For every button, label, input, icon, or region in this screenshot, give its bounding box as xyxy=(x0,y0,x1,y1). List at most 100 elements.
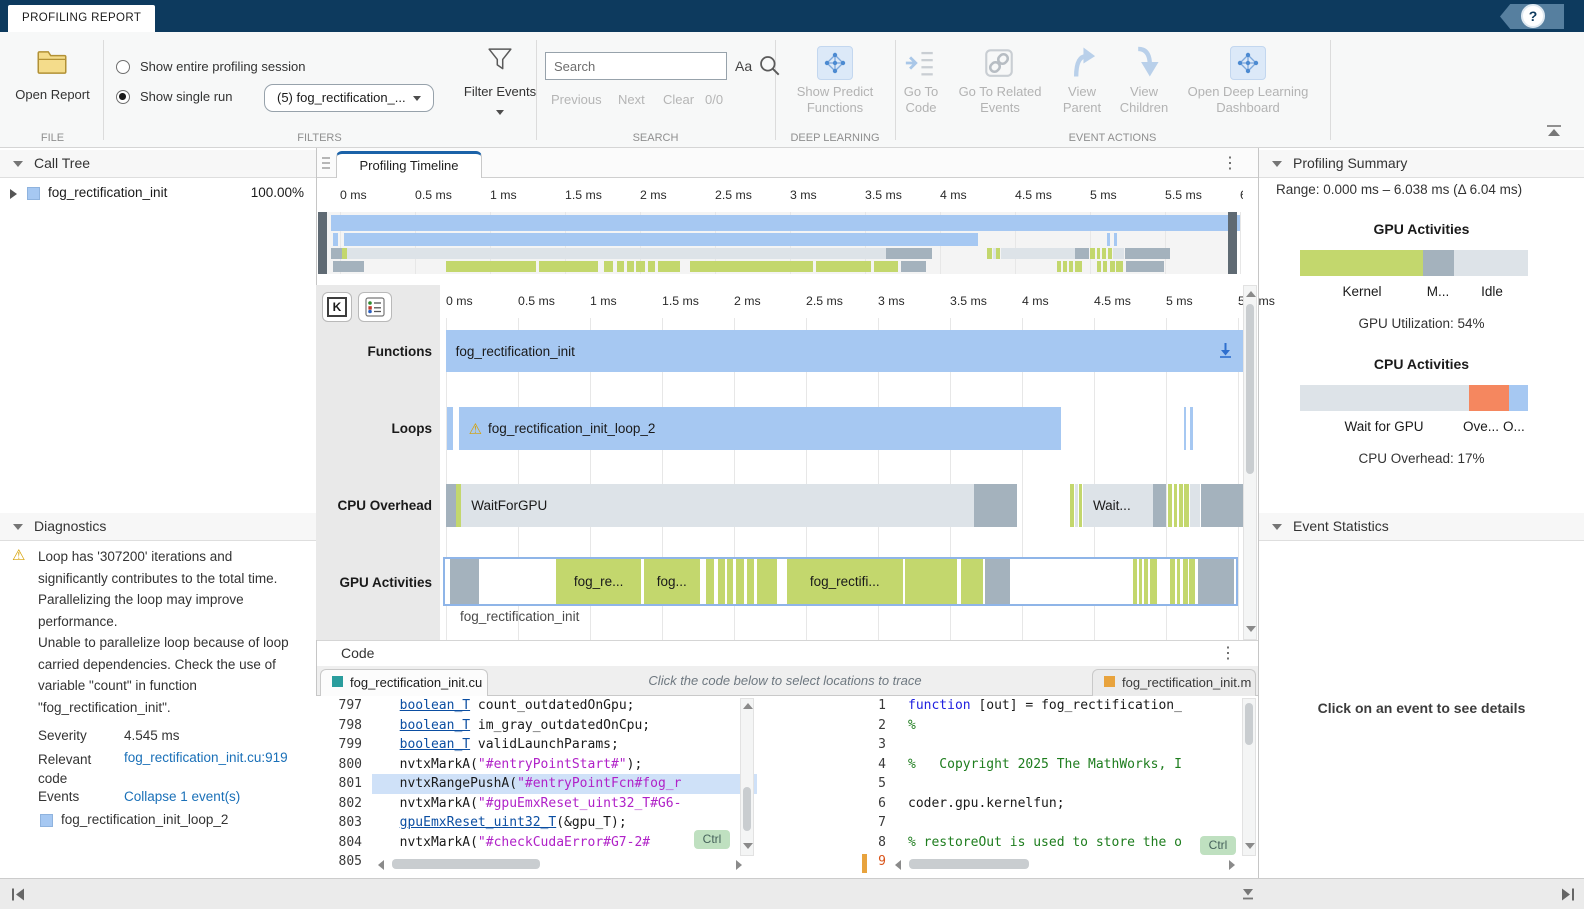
filter-events-button[interactable]: Filter Events xyxy=(460,84,540,99)
timeline-segment[interactable] xyxy=(1176,559,1180,604)
code-line[interactable]: 8% restoreOut is used to store the o xyxy=(862,833,1256,853)
timeline-menu-icon[interactable]: ⋮ xyxy=(1222,153,1238,173)
go-to-related-events-icon[interactable] xyxy=(982,46,1016,85)
timeline-segment[interactable] xyxy=(1132,559,1137,604)
timeline-segment[interactable] xyxy=(1102,248,1106,259)
scrollbar-thumb[interactable] xyxy=(1245,703,1253,745)
timeline-segment[interactable] xyxy=(705,559,715,604)
code-text[interactable]: % xyxy=(896,716,1256,736)
call-tree-header[interactable]: Call Tree xyxy=(0,150,316,178)
tab-m-file[interactable]: fog_rectification_init.m xyxy=(1092,669,1256,696)
timeline-segment[interactable] xyxy=(1183,407,1187,450)
timeline-segment[interactable] xyxy=(900,261,927,272)
collapse-chevron-icon[interactable] xyxy=(13,524,23,530)
expand-caret-icon[interactable] xyxy=(10,189,17,199)
code-line[interactable]: 803 gpuEmxReset_uint32_T(&gpu_T); xyxy=(316,813,757,833)
timeline-segment[interactable] xyxy=(717,559,725,604)
timeline-segment[interactable] xyxy=(1113,248,1125,259)
timeline-segment[interactable] xyxy=(1069,484,1075,527)
timeline-segment[interactable] xyxy=(1125,248,1170,259)
timeline-segment[interactable] xyxy=(1074,261,1083,272)
search-next-button[interactable]: Next xyxy=(618,92,645,107)
trace-indicator-icon[interactable] xyxy=(1218,342,1233,363)
timeline-segment[interactable] xyxy=(886,248,932,259)
go-to-code-button[interactable]: Go To Code xyxy=(890,84,952,116)
code-line[interactable]: 798 boolean_T im_gray_outdatedOnCpu; xyxy=(316,716,757,736)
timeline-segment[interactable]: fog_re... xyxy=(556,559,642,604)
timeline-segment[interactable] xyxy=(330,215,1240,231)
timeline-segment[interactable]: fog_rectifi... xyxy=(786,559,903,604)
search-clear-button[interactable]: Clear xyxy=(663,92,694,107)
timeline-segment[interactable] xyxy=(648,261,656,272)
timeline-segment[interactable] xyxy=(1198,559,1235,604)
timeline-segment[interactable]: ⚠ fog_rectification_init_loop_2 xyxy=(458,407,1062,450)
code-text[interactable]: boolean_T count_outdatedOnGpu; xyxy=(372,696,757,716)
m-vertical-scrollbar[interactable] xyxy=(1242,698,1256,856)
timeline-segment[interactable] xyxy=(1075,484,1078,527)
view-parent-button[interactable]: View Parent xyxy=(1051,84,1113,116)
timeline-segment[interactable] xyxy=(735,559,745,604)
timeline-segment[interactable] xyxy=(1063,261,1067,272)
timeline-segment[interactable] xyxy=(445,484,456,527)
gpu-activities-box[interactable]: fog_re... fog... fog_rectifi... xyxy=(443,557,1238,606)
scrollbar-thumb[interactable] xyxy=(392,859,540,869)
timeline-segment[interactable]: fog_rectification_init xyxy=(445,330,1244,372)
timeline-segment[interactable] xyxy=(756,559,778,604)
search-previous-button[interactable]: Previous xyxy=(551,92,602,107)
m-code-pane[interactable]: 1 function [out] = fog_rectification_ 2% 3 4… xyxy=(862,696,1256,878)
timeline-segment[interactable] xyxy=(445,261,536,272)
scroll-up-icon[interactable] xyxy=(743,703,753,709)
timeline-segment[interactable] xyxy=(636,261,646,272)
relevant-code-link[interactable]: fog_rectification_init.cu:919 xyxy=(124,750,288,765)
tab-cu-file[interactable]: fog_rectification_init.cu xyxy=(320,669,488,696)
timeline-segment[interactable] xyxy=(333,261,365,272)
code-line[interactable]: 804 nvtxMarkA("#checkCudaError#G7-2# xyxy=(316,833,757,853)
code-text[interactable]: boolean_T validLaunchParams; xyxy=(372,735,757,755)
folder-icon[interactable] xyxy=(37,50,67,80)
open-deep-learning-dashboard-icon[interactable] xyxy=(1230,46,1266,80)
timeline-segment[interactable] xyxy=(996,248,1001,259)
show-predict-functions-icon[interactable] xyxy=(817,46,853,80)
code-line[interactable]: 2% xyxy=(862,716,1256,736)
view-children-button[interactable]: View Children xyxy=(1113,84,1175,116)
toolstrip-tab-profiling-report[interactable]: PROFILING REPORT xyxy=(8,5,156,32)
code-text[interactable]: % Copyright 2025 The MathWorks, I xyxy=(896,755,1256,775)
scroll-left-icon[interactable] xyxy=(378,860,384,870)
scrollbar-thumb[interactable] xyxy=(743,787,751,831)
code-line[interactable]: 5 xyxy=(862,774,1256,794)
scrollbar-thumb[interactable] xyxy=(909,859,1029,869)
timeline-segment[interactable] xyxy=(332,233,339,246)
timeline-segment[interactable] xyxy=(1103,261,1107,272)
code-text[interactable]: boolean_T im_gray_outdatedOnCpu; xyxy=(372,716,757,736)
code-line[interactable]: 797 boolean_T count_outdatedOnGpu; xyxy=(316,696,757,716)
timeline-segment[interactable] xyxy=(347,248,887,259)
timeline-segment[interactable] xyxy=(1115,261,1124,272)
timeline-segment[interactable] xyxy=(1190,407,1194,450)
timeline-segment[interactable] xyxy=(447,407,453,450)
timeline-segment[interactable] xyxy=(1179,484,1183,527)
timeline-segment[interactable] xyxy=(344,233,979,246)
scroll-down-icon[interactable] xyxy=(743,843,753,849)
skip-to-start-icon[interactable] xyxy=(10,887,26,907)
timeline-segment[interactable] xyxy=(747,559,754,604)
chevron-down-icon[interactable] xyxy=(496,110,504,115)
timeline-segment[interactable] xyxy=(1090,248,1095,259)
timeline-segment[interactable] xyxy=(1182,559,1188,604)
timeline-segment[interactable]: fog... xyxy=(643,559,700,604)
timeline-segment[interactable] xyxy=(1153,484,1167,527)
collapse-panel-down-icon[interactable] xyxy=(1240,887,1256,907)
code-line[interactable]: 1 function [out] = fog_rectification_ xyxy=(862,696,1256,716)
timeline-segment[interactable] xyxy=(1173,484,1178,527)
legend-view-button[interactable] xyxy=(358,292,392,322)
profiling-summary-header[interactable]: Profiling Summary xyxy=(1259,150,1584,178)
code-text[interactable] xyxy=(896,774,1256,794)
collapse-chevron-icon[interactable] xyxy=(13,161,23,167)
timeline-segment[interactable] xyxy=(1107,248,1113,259)
code-text[interactable] xyxy=(896,735,1256,755)
timeline-segment[interactable] xyxy=(1188,559,1196,604)
code-line[interactable]: 4 % Copyright 2025 The MathWorks, I xyxy=(862,755,1256,775)
collapse-chevron-icon[interactable] xyxy=(1272,161,1282,167)
timeline-segment[interactable] xyxy=(627,261,634,272)
viewport-handle-right[interactable] xyxy=(1228,212,1237,274)
timeline-segment[interactable] xyxy=(1189,484,1200,527)
